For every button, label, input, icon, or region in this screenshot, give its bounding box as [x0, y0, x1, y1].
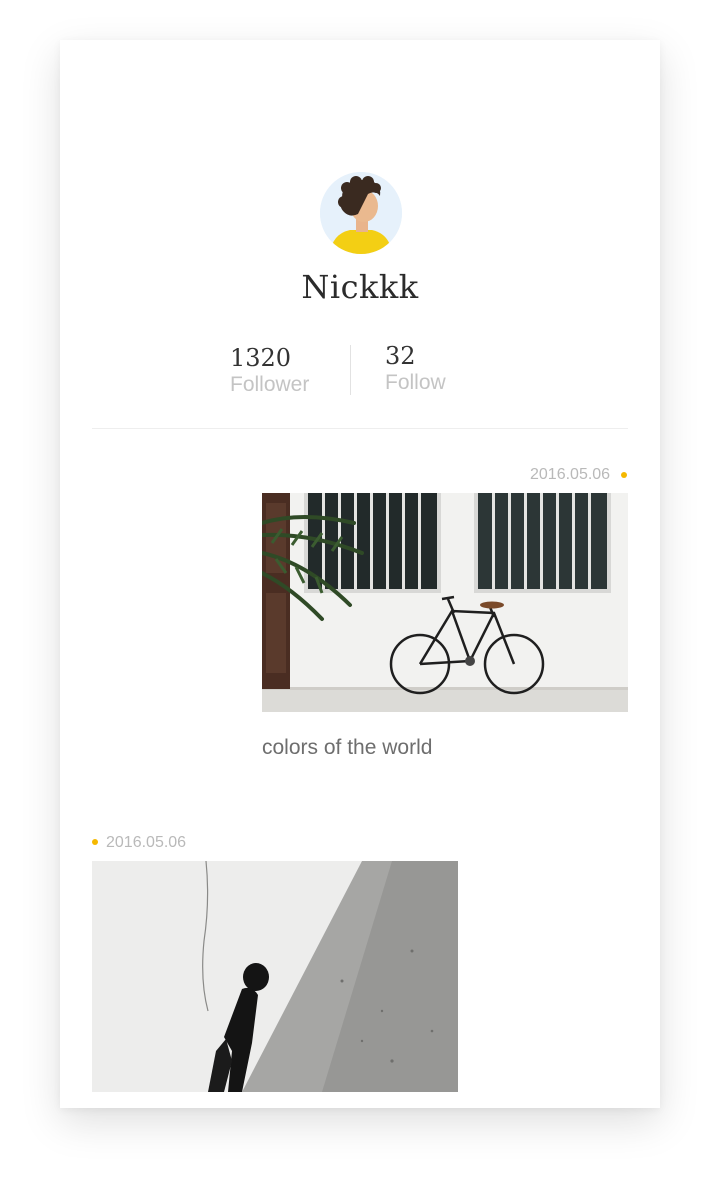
follower-count: 1320: [230, 344, 292, 372]
post-photo-person[interactable]: [92, 861, 458, 1092]
header-divider: [92, 428, 628, 429]
post-date: 2016.05.06: [530, 466, 611, 483]
bicycle-photo: [262, 493, 628, 712]
follower-stat[interactable]: 1320 Follower: [230, 344, 309, 398]
follow-label: Follow: [385, 371, 446, 394]
person-photo: [92, 861, 458, 1092]
stats-divider: [350, 345, 351, 395]
follow-stat[interactable]: 32 Follow: [385, 342, 446, 396]
follower-label: Follower: [230, 373, 310, 396]
post-date: 2016.05.06: [106, 834, 187, 851]
post-photo-bicycle[interactable]: [262, 493, 628, 712]
follow-count: 32: [385, 342, 416, 370]
avatar[interactable]: [320, 172, 402, 254]
post-timeline-dot: [92, 839, 98, 845]
post-caption: colors of the world: [262, 736, 433, 759]
profile-name: Nickkk: [301, 268, 419, 306]
profile-card: Nickkk 1320 Follower 32 Follow 2016.05.0…: [60, 40, 660, 1108]
post-timeline-dot: [621, 472, 627, 478]
avatar-image: [320, 172, 402, 254]
